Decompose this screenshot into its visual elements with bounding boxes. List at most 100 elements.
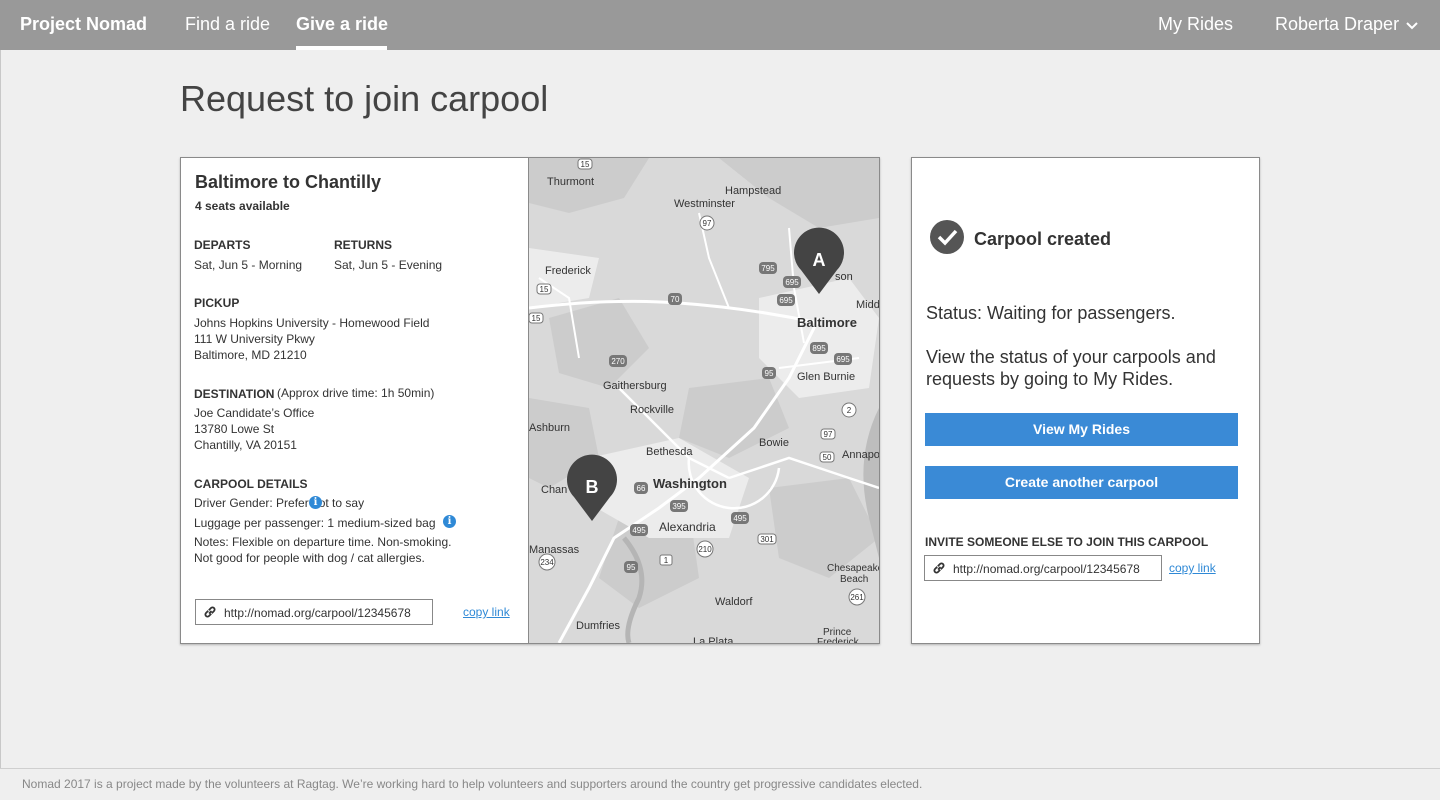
svg-text:Baltimore: Baltimore — [797, 315, 857, 330]
copy-link[interactable]: copy link — [463, 605, 510, 619]
svg-text:Dumfries: Dumfries — [576, 620, 621, 632]
pickup-label: PICKUP — [194, 296, 240, 310]
drive-time-note: (Approx drive time: 1h 50min) — [277, 386, 435, 400]
svg-text:Beach: Beach — [840, 574, 868, 585]
destination-line: Chantilly, VA 20151 — [194, 438, 297, 452]
invite-label: INVITE SOMEONE ELSE TO JOIN THIS CARPOOL — [925, 535, 1209, 549]
svg-text:Bethesda: Bethesda — [646, 446, 693, 458]
svg-text:Annapo: Annapo — [842, 449, 879, 461]
view-my-rides-button[interactable]: View My Rides — [925, 413, 1238, 446]
svg-text:La Plata: La Plata — [693, 636, 734, 643]
nav-give-ride[interactable]: Give a ride — [296, 14, 388, 35]
svg-text:2: 2 — [847, 406, 852, 415]
carpool-title: Baltimore to Chantilly — [195, 172, 382, 192]
svg-text:210: 210 — [698, 545, 712, 554]
svg-text:Rockville: Rockville — [630, 404, 674, 416]
svg-text:Frederick: Frederick — [817, 637, 860, 643]
user-menu[interactable]: Roberta Draper — [1275, 14, 1399, 35]
chevron-down-icon[interactable] — [1405, 19, 1419, 33]
svg-text:495: 495 — [733, 514, 747, 523]
svg-text:Glen Burnie: Glen Burnie — [797, 371, 855, 383]
status-description: View the status of your carpools and req… — [926, 347, 1216, 389]
svg-text:270: 270 — [611, 357, 625, 366]
route-map[interactable]: Thurmont Hampstead Westminster Frederick… — [529, 158, 879, 643]
svg-text:70: 70 — [671, 295, 680, 304]
svg-text:son: son — [835, 271, 853, 283]
carpool-card: Baltimore to Chantilly 4 seats available… — [180, 157, 880, 644]
svg-text:Gaithersburg: Gaithersburg — [603, 380, 667, 392]
brand-logo[interactable]: Project Nomad — [20, 14, 147, 35]
carpool-details: Baltimore to Chantilly 4 seats available… — [181, 158, 529, 643]
svg-text:Alexandria: Alexandria — [659, 520, 716, 534]
svg-text:261: 261 — [850, 593, 864, 602]
svg-text:95: 95 — [765, 369, 774, 378]
svg-text:Washington: Washington — [653, 476, 727, 491]
svg-text:695: 695 — [836, 355, 850, 364]
copy-link[interactable]: copy link — [1169, 561, 1216, 575]
svg-text:495: 495 — [632, 526, 646, 535]
carpool-link-field[interactable]: http://nomad.org/carpool/12345678 — [195, 599, 433, 625]
svg-text:B: B — [586, 477, 599, 497]
carpool-link-text: http://nomad.org/carpool/12345678 — [224, 606, 411, 620]
svg-text:Bowie: Bowie — [759, 437, 789, 449]
invite-link-text: http://nomad.org/carpool/12345678 — [953, 562, 1140, 576]
svg-text:395: 395 — [672, 502, 686, 511]
check-circle-icon — [930, 220, 964, 254]
svg-text:Westminster: Westminster — [674, 198, 735, 210]
pickup-line: Johns Hopkins University - Homewood Fiel… — [194, 316, 430, 330]
svg-text:Manassas: Manassas — [529, 544, 580, 556]
notes-line: Not good for people with dog / cat aller… — [194, 551, 425, 565]
svg-text:Frederick: Frederick — [545, 265, 591, 277]
nav-find-ride[interactable]: Find a ride — [185, 14, 270, 35]
info-icon[interactable]: i — [443, 515, 456, 528]
svg-text:15: 15 — [532, 314, 541, 323]
svg-text:1: 1 — [664, 556, 669, 565]
svg-text:Middl: Middl — [856, 299, 879, 311]
svg-text:234: 234 — [540, 558, 554, 567]
seats-available: 4 seats available — [195, 199, 290, 213]
footer: Nomad 2017 is a project made by the volu… — [0, 768, 1440, 800]
carpool-details-label: CARPOOL DETAILS — [194, 477, 308, 491]
svg-text:50: 50 — [823, 453, 832, 462]
svg-text:15: 15 — [581, 160, 590, 169]
svg-text:695: 695 — [779, 296, 793, 305]
create-another-carpool-button[interactable]: Create another carpool — [925, 466, 1238, 499]
notes-line: Notes: Flexible on departure time. Non-s… — [194, 535, 452, 549]
svg-text:95: 95 — [627, 563, 636, 572]
pickup-line: Baltimore, MD 21210 — [194, 348, 307, 362]
info-icon[interactable]: i — [309, 496, 322, 509]
svg-text:A: A — [813, 250, 826, 270]
luggage: Luggage per passenger: 1 medium-sized ba… — [194, 516, 436, 530]
footer-text: Nomad 2017 is a project made by the volu… — [22, 777, 923, 791]
svg-text:695: 695 — [785, 278, 799, 287]
status-text: Status: Waiting for passengers. — [926, 303, 1176, 323]
svg-text:795: 795 — [761, 264, 775, 273]
carpool-created-heading: Carpool created — [974, 229, 1112, 249]
destination-label: DESTINATION — [194, 387, 275, 401]
svg-text:15: 15 — [540, 285, 549, 294]
departs-label: DEPARTS — [194, 238, 251, 252]
status-card: Carpool created Status: Waiting for pass… — [911, 157, 1260, 644]
svg-text:Waldorf: Waldorf — [715, 596, 753, 608]
top-nav: Project Nomad Find a ride Give a ride My… — [0, 0, 1440, 50]
frame-edge — [0, 50, 1, 768]
svg-text:97: 97 — [703, 219, 712, 228]
destination-line: 13780 Lowe St — [194, 422, 275, 436]
nav-my-rides[interactable]: My Rides — [1158, 14, 1233, 35]
link-icon — [933, 562, 945, 574]
driver-gender: Driver Gender: Prefer not to say — [194, 496, 365, 510]
svg-text:895: 895 — [812, 344, 826, 353]
departs-value: Sat, Jun 5 - Morning — [194, 258, 303, 272]
invite-link-field[interactable]: http://nomad.org/carpool/12345678 — [924, 555, 1162, 581]
link-icon — [204, 606, 216, 618]
svg-text:Chesapeake: Chesapeake — [827, 563, 879, 574]
returns-value: Sat, Jun 5 - Evening — [334, 258, 443, 272]
pickup-line: 111 W University Pkwy — [194, 332, 315, 346]
active-tab-indicator — [296, 46, 387, 50]
svg-text:Hampstead: Hampstead — [725, 185, 781, 197]
svg-text:Thurmont: Thurmont — [547, 176, 594, 188]
returns-label: RETURNS — [334, 238, 393, 252]
svg-text:Chan: Chan — [541, 484, 567, 496]
svg-text:Ashburn: Ashburn — [529, 422, 570, 434]
svg-text:66: 66 — [637, 484, 646, 493]
